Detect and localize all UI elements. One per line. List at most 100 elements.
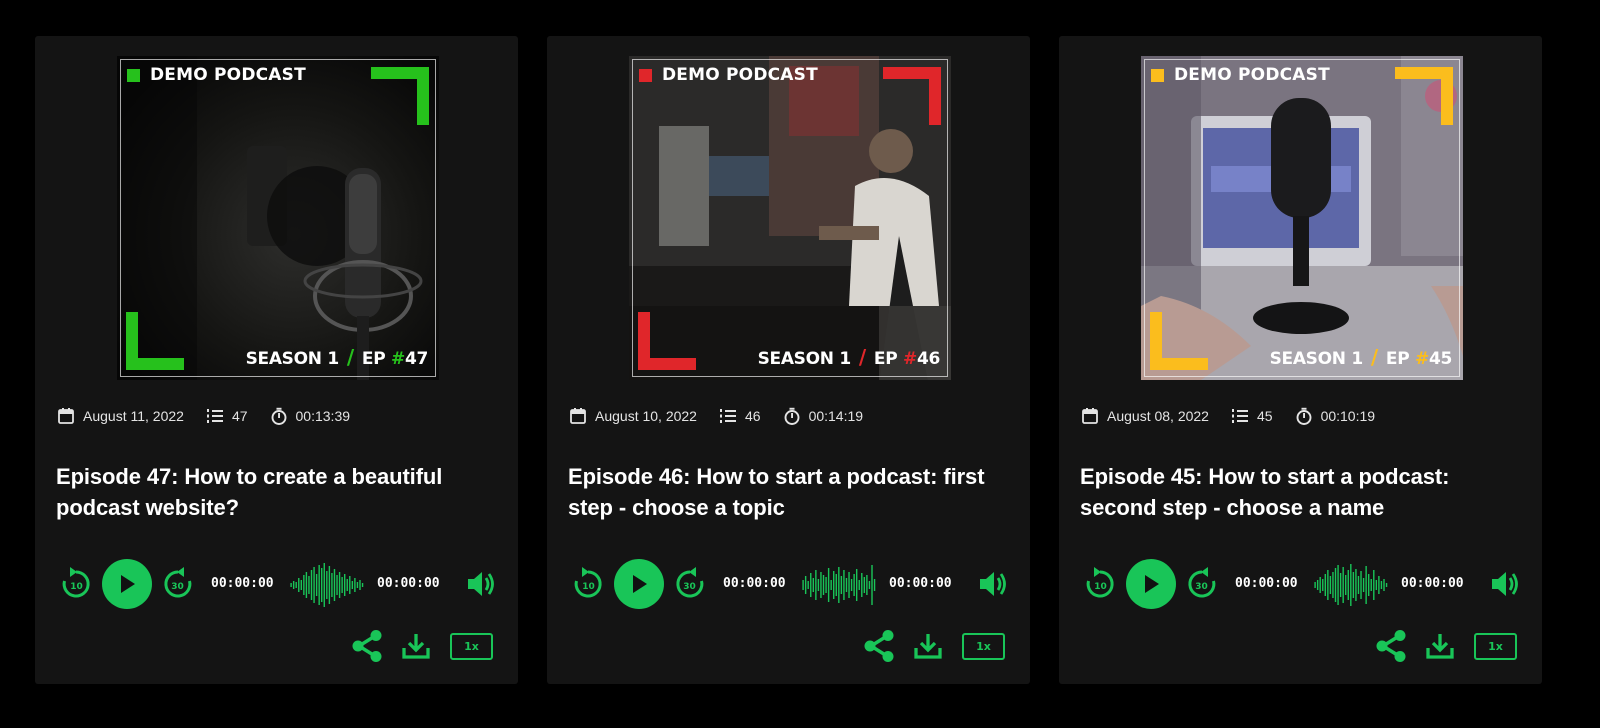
playback-speed-button[interactable]: 1x: [1474, 632, 1517, 660]
waveform[interactable]: [290, 562, 364, 608]
volume-icon[interactable]: [979, 571, 1007, 597]
play-button[interactable]: [614, 559, 664, 609]
episode-card: DEMO PODCAST SEASON 1 / EP #47 August 11…: [35, 36, 518, 684]
waveform-bar: [1339, 573, 1342, 597]
corner-bracket-bottom-left: [638, 312, 696, 370]
calendar-icon: [570, 408, 586, 424]
total-time: 00:00:00: [889, 576, 952, 591]
waveform-bar: [321, 568, 323, 602]
download-icon[interactable]: [914, 632, 942, 660]
ep-hash: #: [390, 349, 405, 369]
forward-30-icon[interactable]: 30: [1186, 567, 1218, 601]
corner-bracket-top-right: [1395, 67, 1453, 125]
current-time: 00:00:00: [723, 576, 786, 591]
waveform-bar: [863, 577, 866, 593]
waveform-bar: [326, 571, 328, 599]
episode-title[interactable]: Episode 45: How to start a podcast: seco…: [1080, 461, 1520, 523]
waveform-bar: [822, 575, 825, 595]
episode-artwork[interactable]: DEMO PODCAST SEASON 1 / EP #45: [1141, 56, 1463, 380]
play-button[interactable]: [102, 559, 152, 609]
share-icon[interactable]: [864, 630, 894, 662]
rewind-10-icon[interactable]: 10: [60, 567, 92, 601]
audio-player: 10 30 00:00:00 00:00:00: [1084, 558, 1524, 610]
forward-30-icon[interactable]: 30: [674, 567, 706, 601]
waveform-bar: [361, 583, 364, 587]
numbered-list-icon: [1231, 409, 1248, 423]
waveform-bar: [1375, 580, 1378, 590]
playback-speed-button[interactable]: 1x: [962, 632, 1005, 660]
waveform-bar: [303, 575, 305, 595]
waveform-bar: [1324, 574, 1327, 596]
episode-title[interactable]: Episode 47: How to create a beautiful po…: [56, 461, 496, 523]
svg-text:10: 10: [70, 582, 83, 592]
rewind-10-icon[interactable]: 10: [1084, 567, 1116, 601]
download-icon[interactable]: [402, 632, 430, 660]
number-text: 45: [1256, 408, 1273, 424]
total-time: 00:00:00: [1401, 576, 1464, 591]
waveform-bar: [1385, 583, 1388, 587]
waveform-bar: [308, 576, 310, 594]
waveform-bar: [338, 572, 341, 598]
share-icon[interactable]: [1376, 630, 1406, 662]
forward-30-icon[interactable]: 30: [162, 567, 194, 601]
waveform-bar: [810, 573, 812, 597]
episode-meta: August 11, 2022 47 00:13:39: [57, 407, 372, 425]
download-icon[interactable]: [1426, 632, 1454, 660]
waveform-bar: [1314, 582, 1316, 588]
episode-artwork[interactable]: DEMO PODCAST SEASON 1 / EP #46: [629, 56, 951, 380]
waveform-bar: [1380, 581, 1383, 589]
waveform-bar: [351, 581, 354, 589]
playback-speed-button[interactable]: 1x: [450, 632, 493, 660]
waveform-bar: [1322, 579, 1324, 591]
waveform-bar: [1337, 565, 1339, 605]
volume-icon[interactable]: [1491, 571, 1519, 597]
share-icon[interactable]: [352, 630, 382, 662]
brand-square: [1151, 68, 1164, 82]
waveform-bar: [349, 576, 351, 594]
ep-number: 46: [916, 349, 940, 369]
waveform-bar: [820, 572, 822, 598]
waveform-bar: [1350, 564, 1352, 606]
rewind-10-icon[interactable]: 10: [572, 567, 604, 601]
waveform-bar: [295, 582, 297, 588]
episode-artwork[interactable]: DEMO PODCAST SEASON 1 / EP #47: [117, 56, 439, 380]
waveform[interactable]: [1314, 562, 1388, 608]
volume-icon[interactable]: [467, 571, 495, 597]
ep-number: 47: [404, 349, 428, 369]
slash-divider: /: [858, 345, 866, 369]
waveform-bar: [1342, 567, 1344, 603]
audio-player: 10 30 00:00:00 00:00:00: [60, 558, 500, 610]
ep-hash: #: [1414, 349, 1429, 369]
slash-divider: /: [1370, 345, 1378, 369]
waveform-bar: [845, 578, 848, 592]
ep-number: 45: [1428, 349, 1452, 369]
ep-hash: #: [902, 349, 917, 369]
waveform-bar: [1347, 570, 1349, 600]
waveform-bar: [343, 574, 346, 596]
waveform-bar: [1329, 576, 1332, 594]
episode-title[interactable]: Episode 46: How to start a podcast: firs…: [568, 461, 1008, 523]
ep-label: EP: [1385, 349, 1410, 369]
waveform[interactable]: [802, 562, 876, 608]
play-button[interactable]: [1126, 559, 1176, 609]
season-label: SEASON 1: [1269, 349, 1364, 369]
waveform-bar: [359, 580, 361, 590]
numbered-list-icon: [719, 409, 736, 423]
episode-actions: 1x: [864, 630, 1005, 662]
ep-label: EP: [873, 349, 898, 369]
episode-meta: August 08, 2022 45 00:10:19: [1081, 407, 1397, 425]
stopwatch-icon: [271, 407, 286, 425]
waveform-bar: [290, 583, 292, 587]
play-icon: [121, 575, 135, 593]
waveform-bar: [323, 563, 325, 607]
episode-date: August 08, 2022: [1081, 407, 1209, 425]
stopwatch-icon: [784, 407, 800, 425]
waveform-bar: [300, 580, 303, 590]
season-episode-label: SEASON 1 / EP #47: [246, 345, 429, 369]
waveform-bar: [341, 577, 343, 593]
episode-number: 45: [1231, 407, 1273, 425]
duration-text: 00:10:19: [1320, 408, 1376, 424]
waveform-bar: [336, 575, 338, 595]
date-text: August 08, 2022: [1107, 408, 1209, 424]
episode-number: 47: [206, 407, 248, 425]
